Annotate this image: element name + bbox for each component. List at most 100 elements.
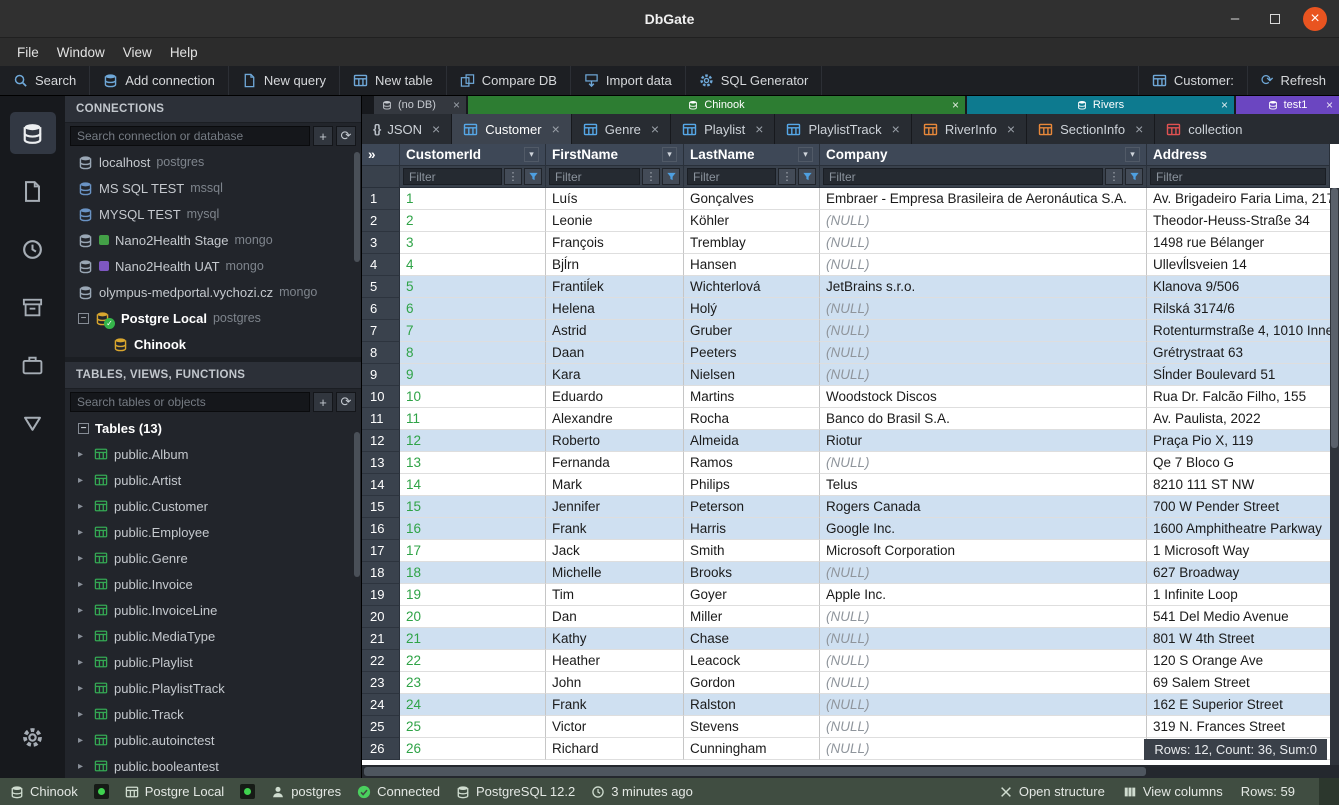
cell[interactable]: 12: [400, 430, 546, 452]
close-icon[interactable]: ×: [453, 98, 460, 112]
cell[interactable]: Frank: [546, 518, 684, 540]
cell[interactable]: Jennifer: [546, 496, 684, 518]
table-item-public-playlist[interactable]: ▸public.Playlist: [65, 649, 361, 675]
cell[interactable]: 319 N. Frances Street: [1147, 716, 1330, 738]
chevron-right-icon[interactable]: ▸: [78, 553, 88, 564]
cell[interactable]: 25: [400, 716, 546, 738]
cell[interactable]: François: [546, 232, 684, 254]
cell[interactable]: Bjĺrn: [546, 254, 684, 276]
cell[interactable]: 22: [400, 650, 546, 672]
cell[interactable]: (NULL): [820, 232, 1147, 254]
cell[interactable]: Ralston: [684, 694, 820, 716]
cell[interactable]: 14: [400, 474, 546, 496]
cell[interactable]: 6: [400, 298, 546, 320]
cell[interactable]: Kara: [546, 364, 684, 386]
column-header-customerid[interactable]: CustomerId▾: [400, 144, 546, 166]
activitybar-database[interactable]: [0, 104, 65, 162]
cell[interactable]: Tim: [546, 584, 684, 606]
tab-playlist[interactable]: Playlist×: [671, 114, 774, 144]
cell[interactable]: JetBrains s.r.o.: [820, 276, 1147, 298]
cell[interactable]: 11: [400, 408, 546, 430]
chevron-right-icon[interactable]: ▸: [78, 761, 88, 772]
table-row[interactable]: 55FrantiĺekWichterlováJetBrains s.r.o.Kl…: [362, 276, 1339, 298]
table-row[interactable]: 1919TimGoyerApple Inc.1 Infinite Loop: [362, 584, 1339, 606]
chevron-right-icon[interactable]: ▸: [78, 501, 88, 512]
close-icon[interactable]: ×: [1007, 121, 1015, 137]
table-row[interactable]: 1212RobertoAlmeidaRioturPraça Pio X, 119: [362, 430, 1339, 452]
cell[interactable]: Mark: [546, 474, 684, 496]
connection-item-nano2health-stage[interactable]: Nano2Health Stagemongo: [65, 227, 361, 253]
table-row[interactable]: 1313FernandaRamos(NULL)Qe 7 Bloco G: [362, 452, 1339, 474]
cell[interactable]: 20: [400, 606, 546, 628]
cell[interactable]: Grétrystraat 63: [1147, 342, 1330, 364]
filter-input-customerid[interactable]: [403, 168, 502, 185]
cell[interactable]: Chase: [684, 628, 820, 650]
cell[interactable]: 1: [400, 188, 546, 210]
tab-collection[interactable]: collection: [1155, 114, 1339, 144]
column-header-lastname[interactable]: LastName▾: [684, 144, 820, 166]
table-row[interactable]: 33FrançoisTremblay(NULL)1498 rue Bélange…: [362, 232, 1339, 254]
connection-item-localhost[interactable]: localhostpostgres: [65, 149, 361, 175]
connection-item-olympus-medportal-vychozi-cz[interactable]: olympus-medportal.vychozi.czmongo: [65, 279, 361, 305]
titlebar[interactable]: DbGate – ×: [0, 0, 1339, 38]
filter-input-company[interactable]: [823, 168, 1103, 185]
db-tab-group-rivers[interactable]: Rivers×: [967, 96, 1234, 114]
cell[interactable]: Rilská 3174/6: [1147, 298, 1330, 320]
table-row[interactable]: 2323JohnGordon(NULL)69 Salem Street: [362, 672, 1339, 694]
cell[interactable]: Wichterlová: [684, 276, 820, 298]
tab-customer[interactable]: Customer×: [452, 114, 571, 144]
cell[interactable]: Philips: [684, 474, 820, 496]
cell[interactable]: (NULL): [820, 716, 1147, 738]
chevron-right-icon[interactable]: ▸: [78, 709, 88, 720]
cell[interactable]: Roberto: [546, 430, 684, 452]
table-row[interactable]: 11LuísGonçalvesEmbraer - Empresa Brasile…: [362, 188, 1339, 210]
column-header-address[interactable]: Address: [1147, 144, 1330, 166]
tab-riverinfo[interactable]: RiverInfo×: [912, 114, 1026, 144]
table-row[interactable]: 1414MarkPhilipsTelus8210 111 ST NW: [362, 474, 1339, 496]
cell[interactable]: 801 W 4th Street: [1147, 628, 1330, 650]
filter-input-address[interactable]: [1150, 168, 1326, 185]
cell[interactable]: Miller: [684, 606, 820, 628]
filter-input-firstname[interactable]: [549, 168, 640, 185]
cell[interactable]: (NULL): [820, 694, 1147, 716]
cell[interactable]: 26: [400, 738, 546, 760]
cell[interactable]: Rocha: [684, 408, 820, 430]
table-item-public-track[interactable]: ▸public.Track: [65, 701, 361, 727]
toolbar-button-new-query[interactable]: New query: [229, 66, 340, 95]
menu-item-file[interactable]: File: [8, 41, 48, 64]
table-row[interactable]: 2222HeatherLeacock(NULL)120 S Orange Ave: [362, 650, 1339, 672]
table-row[interactable]: 88DaanPeeters(NULL)Grétrystraat 63: [362, 342, 1339, 364]
cell[interactable]: Peeters: [684, 342, 820, 364]
cell[interactable]: Smith: [684, 540, 820, 562]
cell[interactable]: Rua Dr. Falcão Filho, 155: [1147, 386, 1330, 408]
chevron-right-icon[interactable]: ▸: [78, 735, 88, 746]
cell[interactable]: 541 Del Medio Avenue: [1147, 606, 1330, 628]
status-rows-59[interactable]: Rows: 59: [1241, 784, 1295, 799]
connection-item-chinook[interactable]: Chinook: [65, 331, 361, 357]
table-row[interactable]: 2525VictorStevens(NULL)319 N. Frances St…: [362, 716, 1339, 738]
chevron-right-icon[interactable]: ▸: [78, 683, 88, 694]
cell[interactable]: (NULL): [820, 606, 1147, 628]
toolbar-button-customer[interactable]: Customer:: [1138, 66, 1247, 95]
minimize-button[interactable]: –: [1223, 7, 1247, 31]
toolbar-button-add-connection[interactable]: Add connection: [90, 66, 229, 95]
status-postgre-local[interactable]: Postgre Local: [125, 784, 225, 799]
chevron-down-icon[interactable]: ▾: [1125, 147, 1140, 162]
column-header-company[interactable]: Company▾: [820, 144, 1147, 166]
activitybar-archive[interactable]: [0, 278, 65, 336]
cell[interactable]: John: [546, 672, 684, 694]
collapse-icon[interactable]: −: [78, 313, 89, 324]
connection-item-ms-sql-test[interactable]: MS SQL TESTmssql: [65, 175, 361, 201]
cell[interactable]: Nielsen: [684, 364, 820, 386]
close-icon[interactable]: ×: [651, 121, 659, 137]
cell[interactable]: Av. Brigadeiro Faria Lima, 2170: [1147, 188, 1330, 210]
table-item-public-album[interactable]: ▸public.Album: [65, 441, 361, 467]
cell[interactable]: Rogers Canada: [820, 496, 1147, 518]
close-icon[interactable]: ×: [1135, 121, 1143, 137]
cell[interactable]: Stevens: [684, 716, 820, 738]
cell[interactable]: Astrid: [546, 320, 684, 342]
cell[interactable]: 3: [400, 232, 546, 254]
tab-genre[interactable]: Genre×: [572, 114, 670, 144]
menu-item-help[interactable]: Help: [161, 41, 207, 64]
close-icon[interactable]: ×: [892, 121, 900, 137]
